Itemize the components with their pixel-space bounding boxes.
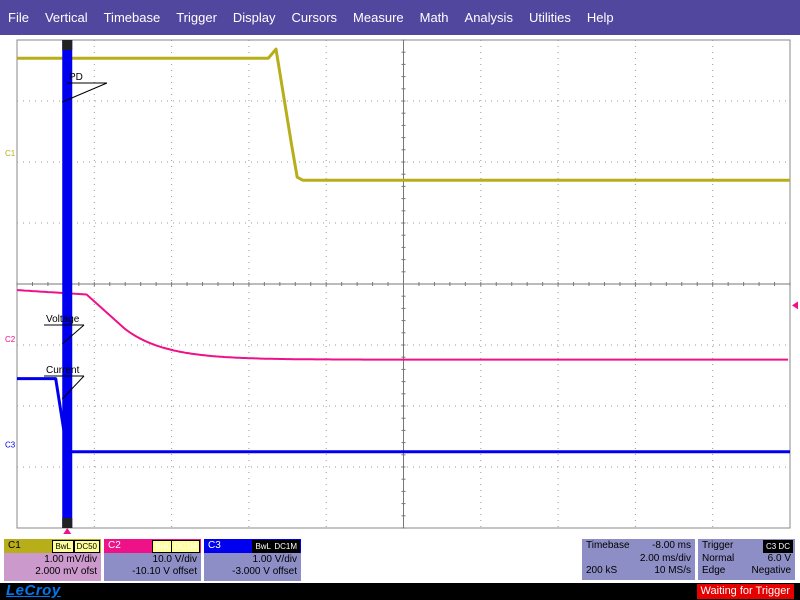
menu-item-vertical[interactable]: Vertical <box>37 0 96 35</box>
c2-panel-name: C2 <box>108 540 121 551</box>
c1-offset: 2.000 mV ofst <box>35 566 97 577</box>
c1-coupling-badge: DC50 <box>73 540 100 553</box>
menu-item-display[interactable]: Display <box>225 0 284 35</box>
trigger-level: 6.0 V <box>767 553 791 564</box>
c2-panel-body: 10.0 V/div -10.10 V offset <box>104 553 201 581</box>
label-current: Current <box>46 365 80 376</box>
c1-scale: 1.00 mV/div <box>44 554 97 565</box>
trigger-status: Waiting for Trigger <box>696 584 794 599</box>
c3-panel-body: 1.00 V/div -3.000 V offset <box>204 553 301 581</box>
timebase-title: Timebase <box>586 540 630 551</box>
timebase-delay: -8.00 ms <box>652 540 691 551</box>
trigger-position-icon <box>63 528 72 534</box>
c1-panel-name: C1 <box>8 540 21 551</box>
timebase-per-div: 2.00 ms/div <box>639 553 691 564</box>
marker-handle-bottom[interactable] <box>62 518 73 528</box>
trace-c2 <box>16 289 789 361</box>
trigger-title: Trigger <box>702 540 734 551</box>
c2-panel-header: C2 BwL DC1M <box>104 539 201 553</box>
menu-item-utilities[interactable]: Utilities <box>521 0 579 35</box>
channel-panel-c2[interactable]: C2 BwL DC1M 10.0 V/div -10.10 V offset <box>104 539 201 581</box>
trigger-source-badge: C3 DC <box>762 540 793 553</box>
channel-marker-c1: C1 <box>5 149 16 158</box>
lecroy-logo[interactable]: LeCroy <box>6 582 61 599</box>
channel-panel-c1[interactable]: C1 BwL DC50 1.00 mV/div 2.000 mV ofst <box>4 539 101 581</box>
c1-panel-body: 1.00 mV/div 2.000 mV ofst <box>4 553 101 581</box>
menu-item-measure[interactable]: Measure <box>345 0 412 35</box>
c1-bwl-badge: BwL <box>52 540 74 553</box>
label-voltage: Voltage <box>46 314 80 325</box>
c2-offset: -10.10 V offset <box>132 566 197 577</box>
c3-coupling-badge: DC1M <box>271 540 300 553</box>
timebase-panel[interactable]: Timebase -8.00 ms 2.00 ms/div 200 kS 10 … <box>582 539 695 580</box>
label-pd: PD <box>69 72 83 83</box>
waveform-display[interactable]: C1 C2 C3 PD Voltage Current <box>0 35 800 538</box>
trigger-panel[interactable]: Trigger C3 DC Normal 6.0 V Edge Negative <box>698 539 795 580</box>
menu-bar: File Vertical Timebase Trigger Display Cursor… <box>0 0 800 35</box>
c3-scale: 1.00 V/div <box>252 554 297 565</box>
c2-scale: 10.0 V/div <box>152 554 197 565</box>
timebase-rate: 10 MS/s <box>654 565 691 576</box>
trigger-level-icon <box>792 301 798 310</box>
menu-item-trigger[interactable]: Trigger <box>168 0 225 35</box>
trigger-type: Edge <box>702 565 726 576</box>
menu-item-help[interactable]: Help <box>579 0 622 35</box>
timebase-samples: 200 kS <box>586 565 618 576</box>
c2-coupling-badge: DC1M <box>171 540 200 553</box>
menu-item-cursors[interactable]: Cursors <box>284 0 346 35</box>
c3-offset: -3.000 V offset <box>232 566 297 577</box>
channel-marker-c3: C3 <box>5 440 16 449</box>
c1-panel-header: C1 BwL DC50 <box>4 539 101 553</box>
menu-item-math[interactable]: Math <box>412 0 457 35</box>
trigger-slope: Negative <box>751 565 791 576</box>
c3-panel-name: C3 <box>208 540 221 551</box>
waveform-grid: C1 C2 C3 PD Voltage Current <box>5 39 798 534</box>
trigger-mode: Normal <box>702 553 735 564</box>
channel-panel-c3[interactable]: C3 BwL DC1M 1.00 V/div -3.000 V offset <box>204 539 301 581</box>
c3-panel-header: C3 BwL DC1M <box>204 539 301 553</box>
menu-item-file[interactable]: File <box>0 0 37 35</box>
channel-marker-c2: C2 <box>5 335 16 344</box>
menu-item-timebase[interactable]: Timebase <box>96 0 169 35</box>
menu-item-analysis[interactable]: Analysis <box>457 0 521 35</box>
status-bar <box>0 583 800 600</box>
trigger-marker-bar[interactable] <box>62 40 73 528</box>
marker-handle-top[interactable] <box>62 40 73 50</box>
